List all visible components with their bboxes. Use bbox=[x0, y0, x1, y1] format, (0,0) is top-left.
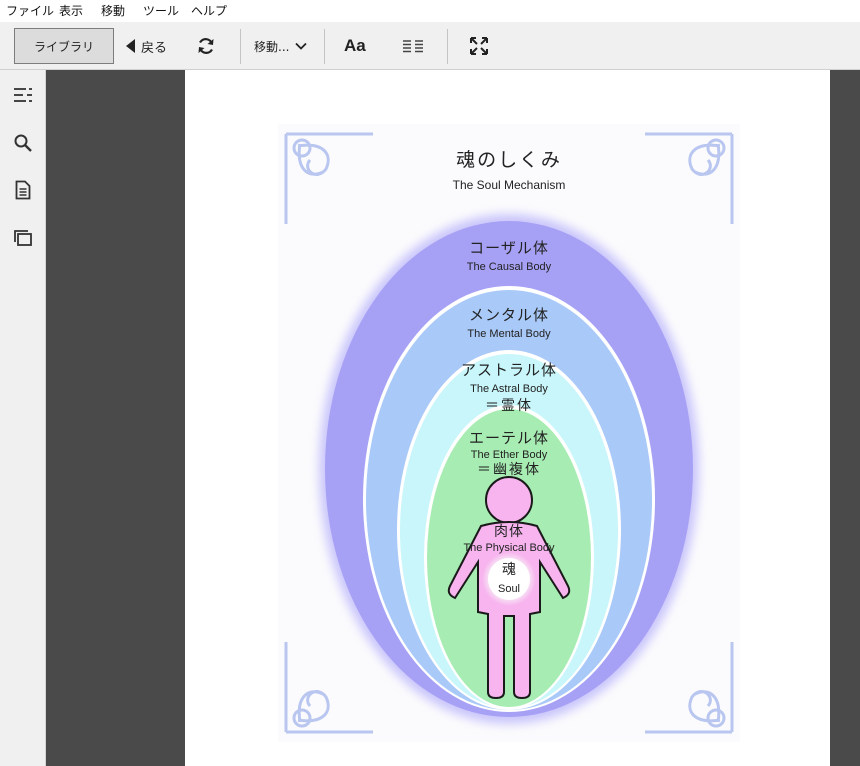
toolbar-divider bbox=[240, 29, 241, 64]
back-button[interactable]: 戻る bbox=[126, 28, 172, 64]
library-button[interactable]: ライブラリ bbox=[14, 28, 114, 64]
menu-file[interactable]: ファイル bbox=[6, 4, 54, 18]
goto-dropdown-label: 移動... bbox=[254, 39, 290, 54]
mental-body-label-en: The Mental Body bbox=[467, 328, 551, 340]
astral-body-equivalent: ＝霊体 bbox=[485, 398, 533, 414]
soul-label-en: Soul bbox=[497, 583, 521, 595]
toolbar-divider bbox=[447, 29, 448, 64]
search-icon[interactable] bbox=[13, 133, 33, 153]
physical-body-label-jp: 肉体 bbox=[494, 524, 524, 540]
astral-body-label-en: The Astral Body bbox=[470, 383, 548, 395]
font-settings-label: Aa bbox=[344, 36, 366, 55]
astral-body-label-jp: アストラル体 bbox=[460, 361, 557, 379]
toolbar-divider bbox=[324, 29, 325, 64]
causal-body-label-en: The Causal Body bbox=[466, 261, 552, 273]
layout-button[interactable] bbox=[402, 28, 426, 64]
mental-body-label-jp: メンタル体 bbox=[468, 306, 549, 324]
menu-tools[interactable]: ツール bbox=[143, 4, 179, 18]
book-page: 魂のしくみ The Soul Mechanism コーザル体 The Causa… bbox=[185, 70, 830, 766]
document-icon[interactable] bbox=[13, 180, 33, 200]
toc-icon[interactable] bbox=[13, 85, 33, 105]
menu-view[interactable]: 表示 bbox=[59, 4, 83, 18]
refresh-icon bbox=[198, 38, 214, 54]
fullscreen-button[interactable] bbox=[469, 28, 491, 64]
back-arrow-icon bbox=[126, 39, 135, 53]
soul-mechanism-figure: 魂のしくみ The Soul Mechanism コーザル体 The Causa… bbox=[278, 124, 740, 742]
fullscreen-icon bbox=[470, 37, 488, 55]
soul-label-jp: 魂 bbox=[502, 562, 516, 578]
library-button-label: ライブラリ bbox=[33, 39, 94, 54]
ether-body-label-en: The Ether Body bbox=[470, 449, 548, 461]
columns-icon bbox=[403, 40, 423, 53]
font-settings-button[interactable]: Aa bbox=[344, 28, 372, 64]
figure-title-jp: 魂のしくみ bbox=[456, 149, 562, 171]
toolbar: ライブラリ 戻る 移動... Aa bbox=[0, 22, 860, 70]
figure-title-en: The Soul Mechanism bbox=[452, 178, 566, 192]
chevron-down-icon bbox=[295, 42, 308, 50]
ether-body-equivalent: ＝幽複体 bbox=[477, 462, 541, 478]
sidebar bbox=[0, 70, 46, 766]
goto-dropdown[interactable]: 移動... bbox=[254, 28, 312, 64]
menu-go[interactable]: 移動 bbox=[101, 4, 125, 18]
ether-body-label-jp: エーテル体 bbox=[468, 429, 549, 447]
layers-icon[interactable] bbox=[13, 228, 33, 248]
reload-button[interactable] bbox=[194, 28, 218, 64]
back-button-label: 戻る bbox=[141, 40, 168, 56]
menu-help[interactable]: ヘルプ bbox=[191, 4, 227, 18]
causal-body-label-jp: コーザル体 bbox=[469, 239, 549, 257]
menu-bar: ファイル 表示 移動 ツール ヘルプ bbox=[0, 0, 860, 22]
physical-body-label-en: The Physical Body bbox=[463, 542, 555, 554]
